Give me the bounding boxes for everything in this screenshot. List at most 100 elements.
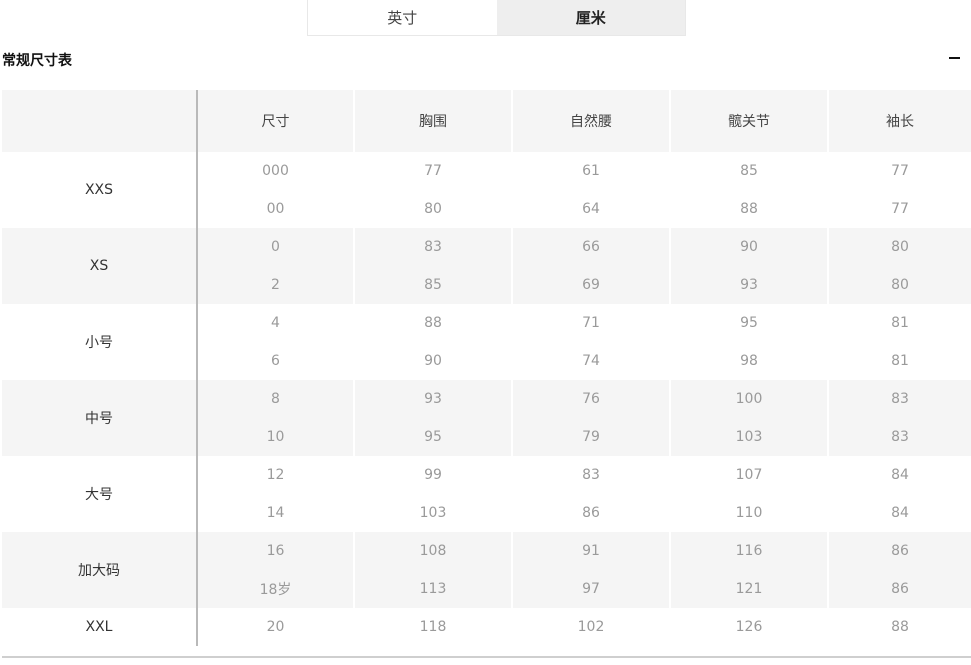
table-row: 16 108 91 116 86 <box>198 532 971 570</box>
table-cell: 84 <box>891 467 909 483</box>
table-row: 0 83 66 90 80 <box>198 228 971 266</box>
table-cell: 0 <box>198 228 355 266</box>
table-cell: 64 <box>513 190 671 228</box>
table-bottom-divider <box>2 656 971 658</box>
table-cell: 93 <box>671 266 829 304</box>
table-cell: 83 <box>891 429 909 445</box>
table-cell: 84 <box>891 505 909 521</box>
table-cell: 77 <box>891 201 909 217</box>
header-cell <box>2 90 198 152</box>
table-row: 000 77 61 85 77 <box>198 152 971 190</box>
header-cell: 自然腰 <box>513 90 671 152</box>
size-group: XS 0 83 66 90 80 2 85 69 93 80 <box>2 228 971 304</box>
table-cell: 107 <box>671 456 829 494</box>
header-cell: 胸围 <box>355 90 513 152</box>
table-header-row: 尺寸 胸围 自然腰 髋关节 袖长 <box>2 90 971 152</box>
table-cell: 71 <box>513 304 671 342</box>
table-cell: 77 <box>355 152 513 190</box>
table-cell: 61 <box>513 152 671 190</box>
table-row: 2 85 69 93 80 <box>198 266 971 304</box>
table-cell: 74 <box>513 342 671 380</box>
size-table: 尺寸 胸围 自然腰 髋关节 袖长 XXS 000 77 61 85 77 00 … <box>2 90 971 646</box>
table-cell: 85 <box>671 152 829 190</box>
table-row: 20 118 102 126 88 <box>198 608 971 646</box>
table-cell: 88 <box>355 304 513 342</box>
table-cell: 102 <box>513 608 671 646</box>
table-cell: 00 <box>198 190 355 228</box>
table-cell: 81 <box>891 353 909 369</box>
section-title: 常规尺寸表 <box>2 53 72 69</box>
table-cell: 79 <box>513 418 671 456</box>
table-cell: 85 <box>355 266 513 304</box>
table-cell: 12 <box>198 456 355 494</box>
size-group: XXS 000 77 61 85 77 00 80 64 88 77 <box>2 152 971 228</box>
table-cell: 86 <box>513 494 671 532</box>
table-cell: 91 <box>513 532 671 570</box>
table-cell: 69 <box>513 266 671 304</box>
table-row: 18岁 113 97 121 86 <box>198 570 971 608</box>
table-cell: 16 <box>198 532 355 570</box>
table-cell: 77 <box>891 163 909 179</box>
size-group-name: 加大码 <box>2 532 198 608</box>
collapse-icon[interactable] <box>949 57 960 59</box>
table-cell: 110 <box>671 494 829 532</box>
table-cell: 14 <box>198 494 355 532</box>
size-group: 加大码 16 108 91 116 86 18岁 113 97 121 86 <box>2 532 971 608</box>
table-cell: 4 <box>198 304 355 342</box>
table-row: 8 93 76 100 83 <box>198 380 971 418</box>
table-cell: 93 <box>355 380 513 418</box>
table-cell: 99 <box>355 456 513 494</box>
size-group-name: 大号 <box>2 456 198 532</box>
unit-toggle: 英寸 厘米 <box>307 0 686 36</box>
table-row: 12 99 83 107 84 <box>198 456 971 494</box>
table-row: 00 80 64 88 77 <box>198 190 971 228</box>
table-cell: 97 <box>513 570 671 608</box>
table-cell: 103 <box>671 418 829 456</box>
table-cell: 86 <box>891 543 909 559</box>
table-cell: 95 <box>355 418 513 456</box>
unit-inches-button[interactable]: 英寸 <box>308 0 497 35</box>
table-row: 10 95 79 103 83 <box>198 418 971 456</box>
header-cell: 髋关节 <box>671 90 829 152</box>
table-cell: 116 <box>671 532 829 570</box>
table-cell: 18岁 <box>198 570 355 608</box>
table-cell: 8 <box>198 380 355 418</box>
table-cell: 20 <box>198 608 355 646</box>
table-cell: 83 <box>355 228 513 266</box>
size-group-name: XXS <box>2 152 198 228</box>
table-cell: 121 <box>671 570 829 608</box>
table-cell: 80 <box>891 239 909 255</box>
table-cell: 103 <box>355 494 513 532</box>
size-group-name: 中号 <box>2 380 198 456</box>
size-group: 中号 8 93 76 100 83 10 95 79 103 83 <box>2 380 971 456</box>
table-row: 14 103 86 110 84 <box>198 494 971 532</box>
table-cell: 83 <box>513 456 671 494</box>
table-cell: 80 <box>355 190 513 228</box>
table-cell: 2 <box>198 266 355 304</box>
table-cell: 126 <box>671 608 829 646</box>
table-cell: 88 <box>891 619 909 635</box>
header-cell: 尺寸 <box>198 90 355 152</box>
table-cell: 81 <box>891 315 909 331</box>
table-cell: 80 <box>891 277 909 293</box>
table-row: 4 88 71 95 81 <box>198 304 971 342</box>
size-group-name: 小号 <box>2 304 198 380</box>
table-cell: 88 <box>671 190 829 228</box>
header-cell: 袖长 <box>886 114 914 130</box>
table-cell: 83 <box>891 391 909 407</box>
table-cell: 10 <box>198 418 355 456</box>
table-cell: 108 <box>355 532 513 570</box>
table-cell: 90 <box>671 228 829 266</box>
table-cell: 76 <box>513 380 671 418</box>
table-cell: 90 <box>355 342 513 380</box>
size-group-name: XXL <box>2 608 198 646</box>
table-cell: 6 <box>198 342 355 380</box>
size-group: 小号 4 88 71 95 81 6 90 74 98 81 <box>2 304 971 380</box>
table-cell: 86 <box>891 581 909 597</box>
size-group-name: XS <box>2 228 198 304</box>
table-row: 6 90 74 98 81 <box>198 342 971 380</box>
unit-cm-button[interactable]: 厘米 <box>496 0 685 35</box>
table-cell: 95 <box>671 304 829 342</box>
size-group: XXL 20 118 102 126 88 <box>2 608 971 646</box>
table-cell: 100 <box>671 380 829 418</box>
